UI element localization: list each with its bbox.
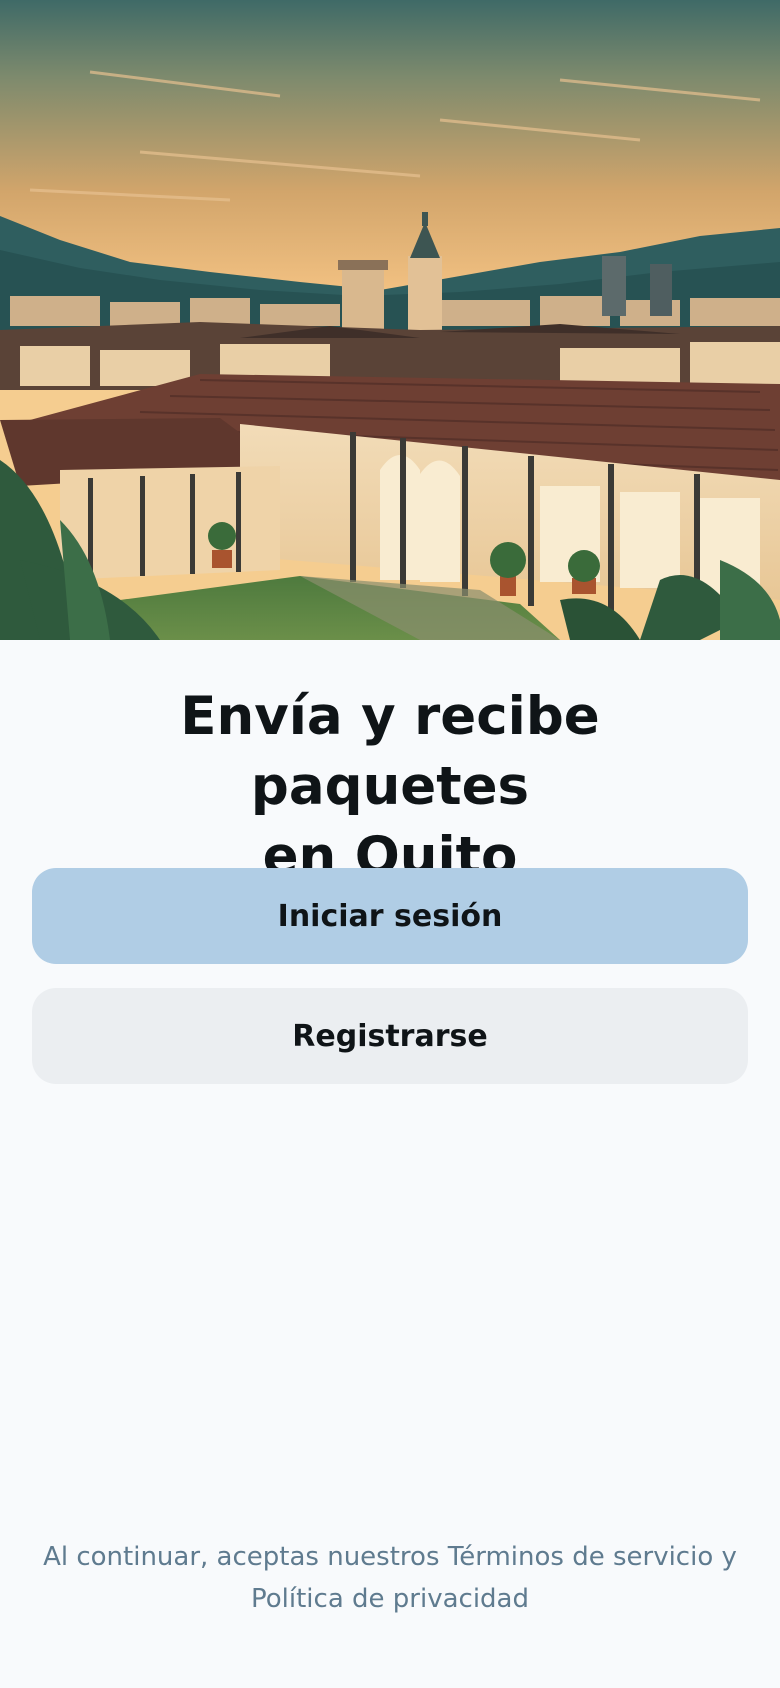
legal-notice: Al continuar, aceptas nuestros Términos … [20,1536,760,1620]
hero-image [0,0,780,640]
login-button[interactable]: Iniciar sesión [32,868,748,964]
login-button-label: Iniciar sesión [277,898,503,934]
privacy-policy-link[interactable]: Política de privacidad [251,1584,529,1614]
register-button-label: Registrarse [292,1018,488,1054]
legal-prefix: Al continuar, aceptas nuestros [43,1542,448,1572]
terms-of-service-link[interactable]: Términos de servicio [448,1542,713,1572]
page-title-line-1: Envía y recibe paquetes [180,686,600,817]
page-title: Envía y recibe paquetes en Quito [40,682,740,892]
legal-conjunction: y [713,1542,737,1572]
quito-cityscape-illustration [0,0,780,640]
register-button[interactable]: Registrarse [32,988,748,1084]
